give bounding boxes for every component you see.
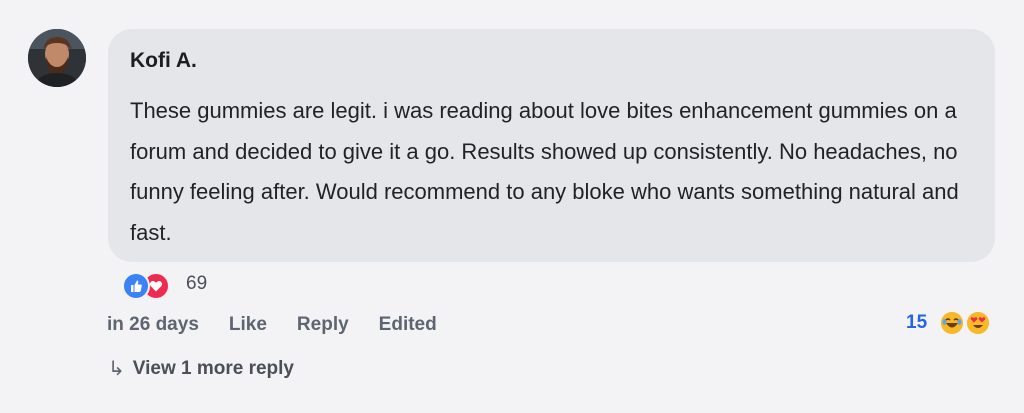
reaction-icons xyxy=(122,270,172,300)
comment-bubble: Kofi A. These gummies are legit. i was r… xyxy=(108,29,995,262)
side-reaction-count: 15 xyxy=(906,312,928,333)
comment-author[interactable]: Kofi A. xyxy=(130,48,973,74)
laughing-emoji-icon xyxy=(941,312,964,334)
reactions-summary[interactable]: 69 xyxy=(122,270,208,300)
comment-text: These gummies are legit. i was reading a… xyxy=(130,98,959,245)
side-reactions[interactable]: 15 xyxy=(906,312,990,334)
avatar[interactable] xyxy=(28,29,86,87)
heart-eyes-emoji-icon xyxy=(967,312,990,334)
like-button[interactable]: Like xyxy=(229,314,267,336)
view-more-replies-label: View 1 more reply xyxy=(132,357,294,379)
avatar-photo-icon xyxy=(28,29,86,87)
comment-actions: in 26 days Like Reply Edited xyxy=(107,314,467,336)
reply-arrow-icon: ↳ xyxy=(108,358,125,380)
comment-timestamp[interactable]: in 26 days xyxy=(107,314,199,336)
view-more-replies-button[interactable]: ↳ View 1 more reply xyxy=(108,356,294,381)
reply-button[interactable]: Reply xyxy=(297,314,349,336)
edited-label[interactable]: Edited xyxy=(379,314,437,336)
thumbs-up-icon xyxy=(122,272,150,300)
reaction-count: 69 xyxy=(186,273,208,294)
